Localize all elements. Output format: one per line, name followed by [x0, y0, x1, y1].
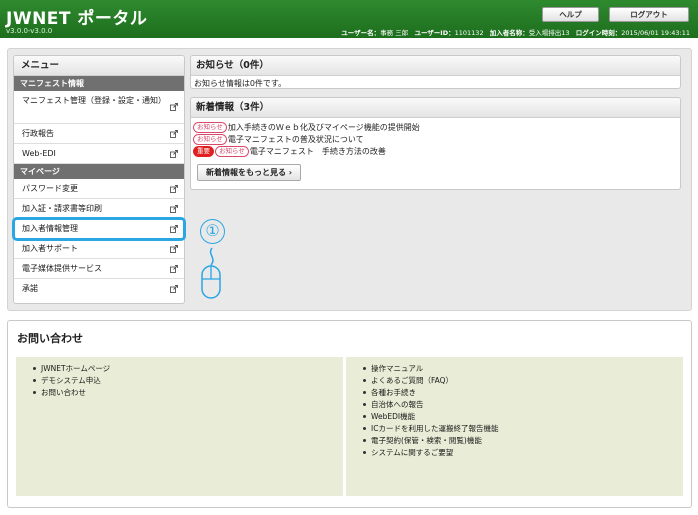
contact-link[interactable]: ICカードを利用した運搬終了報告機能 [363, 423, 683, 435]
contact-links-left: JWNETホームページ デモシステム申込 お問い合わせ [16, 357, 343, 496]
external-link-icon [170, 149, 178, 158]
section-header-mypage: マイページ [14, 164, 184, 179]
more-news-button[interactable]: 新着情報をもっと見る › [197, 164, 302, 181]
app-header: JWNET ポータル v3.0.0-v3.0.0 ヘルプ ログアウト ユーザー名… [0, 0, 698, 38]
sidebar-item-certificate-print[interactable]: 加入証・請求書等印刷 [14, 199, 184, 219]
contact-link[interactable]: よくあるご質問（FAQ） [363, 375, 683, 387]
logout-button[interactable]: ログアウト [609, 7, 689, 22]
sidebar-item-label: Web-EDI [22, 149, 56, 158]
notice-tag: お知らせ [193, 122, 227, 133]
sidebar-item-label: 加入者情報管理 [22, 224, 78, 233]
notices-panel: お知らせ（0件） お知らせ情報は0件です。 [190, 55, 681, 89]
member-name-label: 加入者名称： [489, 29, 529, 37]
sidebar-item-label: パスワード変更 [22, 184, 78, 193]
sidebar-item-administrative-report[interactable]: 行政報告 [14, 124, 184, 144]
login-time-label: ログイン時刻： [575, 29, 622, 37]
member-name: 受入場排出13 [528, 29, 570, 37]
sidebar-item-consent[interactable]: 承諾 [14, 279, 184, 299]
contact-link[interactable]: WebEDI機能 [363, 411, 683, 423]
step-number-marker: ① [200, 219, 225, 244]
external-link-icon [170, 244, 178, 253]
user-id-label: ユーザーID： [414, 29, 455, 37]
sidebar-item-label: 承諾 [22, 284, 38, 293]
external-link-icon [170, 103, 178, 111]
sidebar-item-manifest-management[interactable]: マニフェスト管理（登録・設定・通知） [14, 91, 184, 124]
sidebar-item-label: 加入証・請求書等印刷 [22, 204, 102, 213]
app-title: JWNET ポータル [6, 9, 148, 29]
external-link-icon [170, 184, 178, 193]
user-name: 事務 三郎 [380, 29, 409, 37]
external-link-icon [170, 204, 178, 213]
contact-link[interactable]: 自治体への報告 [363, 399, 683, 411]
notices-title: お知らせ（0件） [191, 56, 680, 76]
contact-link[interactable]: デモシステム申込 [33, 375, 343, 387]
contact-link[interactable]: お問い合わせ [33, 387, 343, 399]
sidebar-item-member-support[interactable]: 加入者サポート [14, 239, 184, 259]
news-item: お知らせ 加入手続きのＷｅｂ化及びマイページ機能の提供開始 [191, 121, 680, 133]
news-panel: 新着情報（3件） お知らせ 加入手続きのＷｅｂ化及びマイページ機能の提供開始 お知… [190, 97, 681, 190]
sidebar-item-web-edi[interactable]: Web-EDI [14, 144, 184, 164]
user-id: 1101132 [454, 29, 484, 37]
news-title: 新着情報（3件） [191, 98, 680, 118]
external-link-icon [170, 129, 178, 138]
sidebar-item-label: マニフェスト管理（登録・設定・通知） [22, 96, 166, 105]
external-link-icon [170, 285, 178, 293]
user-info: ユーザー名：事務 三郎 ユーザーID：1101132 加入者名称：受入場排出13… [341, 27, 690, 37]
news-item: お知らせ 電子マニフェストの普及状況について [191, 133, 680, 145]
news-link[interactable]: 電子マニフェストの普及状況について [228, 135, 364, 144]
section-header-manifest: マニフェスト情報 [14, 76, 184, 91]
version-label: v3.0.0-v3.0.0 [6, 27, 53, 35]
notice-tag: お知らせ [215, 146, 249, 157]
sidebar-item-label: 加入者サポート [22, 244, 78, 253]
contact-link[interactable]: JWNETホームページ [33, 363, 343, 375]
sidebar-menu: メニュー マニフェスト情報 マニフェスト管理（登録・設定・通知） 行政報告 We… [12, 55, 186, 304]
help-button[interactable]: ヘルプ [542, 7, 599, 22]
contact-link[interactable]: システムに関するご要望 [363, 447, 683, 459]
sidebar-item-member-info-management[interactable]: 加入者情報管理 [12, 217, 186, 241]
sidebar-item-label: 行政報告 [22, 129, 54, 138]
external-link-icon [170, 224, 178, 233]
mouse-click-icon [201, 247, 221, 299]
news-link[interactable]: 加入手続きのＷｅｂ化及びマイページ機能の提供開始 [228, 123, 420, 132]
contact-region: お問い合わせ JWNETホームページ デモシステム申込 お問い合わせ 操作マニュ… [7, 320, 692, 508]
important-tag: 重要 [193, 146, 214, 157]
sidebar-item-label: 電子媒体提供サービス [22, 264, 102, 273]
contact-link[interactable]: 電子契約(保管・検索・閲覧)機能 [363, 435, 683, 447]
notices-body: お知らせ情報は0件です。 [194, 79, 287, 88]
notice-tag: お知らせ [193, 134, 227, 145]
user-name-label: ユーザー名： [341, 29, 381, 37]
contact-link[interactable]: 各種お手続き [363, 387, 683, 399]
external-link-icon [170, 264, 178, 273]
sidebar-item-password-change[interactable]: パスワード変更 [14, 179, 184, 199]
sidebar-title: メニュー [14, 56, 184, 76]
contact-link[interactable]: 操作マニュアル [363, 363, 683, 375]
contact-links-right: 操作マニュアル よくあるご質問（FAQ） 各種お手続き 自治体への報告 WebE… [346, 357, 683, 496]
news-link[interactable]: 電子マニフェスト 手続き方法の改善 [250, 147, 386, 156]
news-item: 重要 お知らせ 電子マニフェスト 手続き方法の改善 [191, 145, 680, 157]
contact-title: お問い合わせ [17, 332, 83, 345]
login-time: 2015/06/01 19:43:11 [621, 29, 690, 37]
sidebar-item-electronic-media-service[interactable]: 電子媒体提供サービス [14, 259, 184, 279]
